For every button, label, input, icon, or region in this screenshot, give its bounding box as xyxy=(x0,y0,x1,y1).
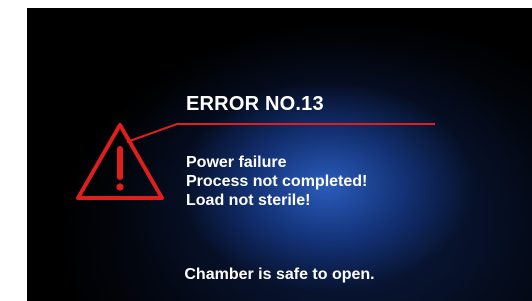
display-screen: ERROR NO.13 Power failure Process not co… xyxy=(27,8,532,301)
error-title: ERROR NO.13 xyxy=(186,93,324,115)
error-message-line: Load not sterile! xyxy=(186,192,311,209)
error-message-line: Power failure xyxy=(186,154,287,171)
page: ERROR NO.13 Power failure Process not co… xyxy=(0,0,532,301)
status-message: Chamber is safe to open. xyxy=(184,266,375,283)
error-message-list: Power failure Process not completed! Loa… xyxy=(186,153,367,210)
warning-triangle-icon xyxy=(76,123,164,200)
error-message-line: Process not completed! xyxy=(186,173,368,190)
